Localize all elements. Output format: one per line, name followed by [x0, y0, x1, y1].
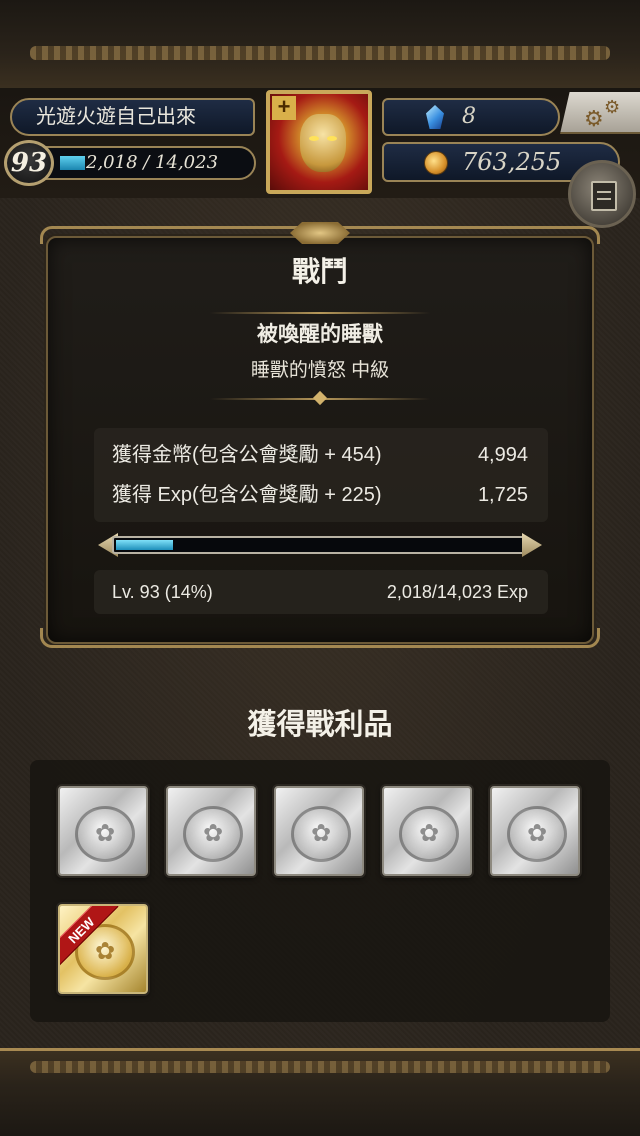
- loot-item-3[interactable]: ✿: [274, 786, 364, 876]
- avatar-eye-right: [327, 136, 337, 141]
- avatar-eye-left: [309, 136, 319, 141]
- silver-coin-icon: ✿: [75, 806, 135, 862]
- document-icon: [591, 181, 617, 211]
- loot-item-5[interactable]: ✿: [490, 786, 580, 876]
- coin-icon: [424, 151, 448, 175]
- coin-count: 763,255: [462, 148, 562, 176]
- exp-progress-bar: [98, 530, 542, 560]
- silver-coin-icon: ✿: [507, 806, 567, 862]
- quest-name: 被喚醒的睡獸: [257, 323, 383, 346]
- exp-reward-label: 獲得 Exp(包含公會獎勵 + 225): [112, 484, 382, 506]
- exp-bar-fill: [116, 540, 173, 550]
- avatar-face: [300, 114, 346, 172]
- plus-icon: +: [272, 96, 296, 120]
- gear-small-icon: ⚙: [604, 97, 621, 117]
- loot-item-6[interactable]: ✿ NEW: [58, 904, 148, 994]
- bottom-ornament-frame: [0, 1048, 640, 1136]
- header-exp-bar: 2,018 / 14,023: [40, 146, 256, 180]
- loot-panel: ✿ ✿ ✿ ✿ ✿ ✿ NEW: [30, 760, 610, 1022]
- coin-reward-value: 4,994: [477, 444, 528, 466]
- battle-title: 戰鬥: [291, 256, 348, 287]
- top-ornament-frame: [0, 0, 640, 92]
- gem-count: 8: [462, 104, 476, 129]
- exp-bar-track: [112, 536, 528, 554]
- header-exp-fill: [60, 156, 85, 170]
- gear-icon: ⚙: [584, 106, 604, 131]
- bar-cap-right: [522, 533, 542, 557]
- silver-coin-icon: ✿: [291, 806, 351, 862]
- loot-title: 獲得戰利品: [247, 709, 393, 741]
- level-badge: 93: [4, 140, 54, 186]
- loot-item-2[interactable]: ✿: [166, 786, 256, 876]
- reward-summary: 獲得金幣(包含公會獎勵 + 454) 4,994 獲得 Exp(包含公會獎勵 +…: [94, 428, 548, 522]
- leader-avatar[interactable]: +: [266, 90, 372, 194]
- level-text: Lv. 93 (14%): [112, 582, 213, 602]
- level-summary: Lv. 93 (14%) 2,018/14,023 Exp: [94, 570, 548, 614]
- panel-ornament-bottom: [40, 628, 600, 648]
- level-exp-text: 2,018/14,023 Exp: [386, 582, 528, 602]
- silver-coin-icon: ✿: [183, 806, 243, 862]
- coin-reward-label: 獲得金幣(包含公會獎勵 + 454): [112, 444, 382, 466]
- panel-ornament-crest: [290, 222, 350, 244]
- menu-button[interactable]: [568, 160, 636, 228]
- gem-counter[interactable]: 8: [382, 98, 560, 136]
- silver-coin-icon: ✿: [399, 806, 459, 862]
- gem-icon: [426, 105, 444, 129]
- separator-top: [210, 312, 430, 314]
- quest-stage: 睡獸的憤怒 中級: [250, 360, 390, 381]
- loot-item-1[interactable]: ✿: [58, 786, 148, 876]
- header-exp-text: 2,018 / 14,023: [86, 152, 219, 173]
- player-name: 光遊火遊自己出來: [10, 98, 255, 136]
- loot-item-4[interactable]: ✿: [382, 786, 472, 876]
- exp-reward-value: 1,725: [477, 484, 528, 506]
- settings-button[interactable]: ⚙ ⚙: [560, 92, 640, 134]
